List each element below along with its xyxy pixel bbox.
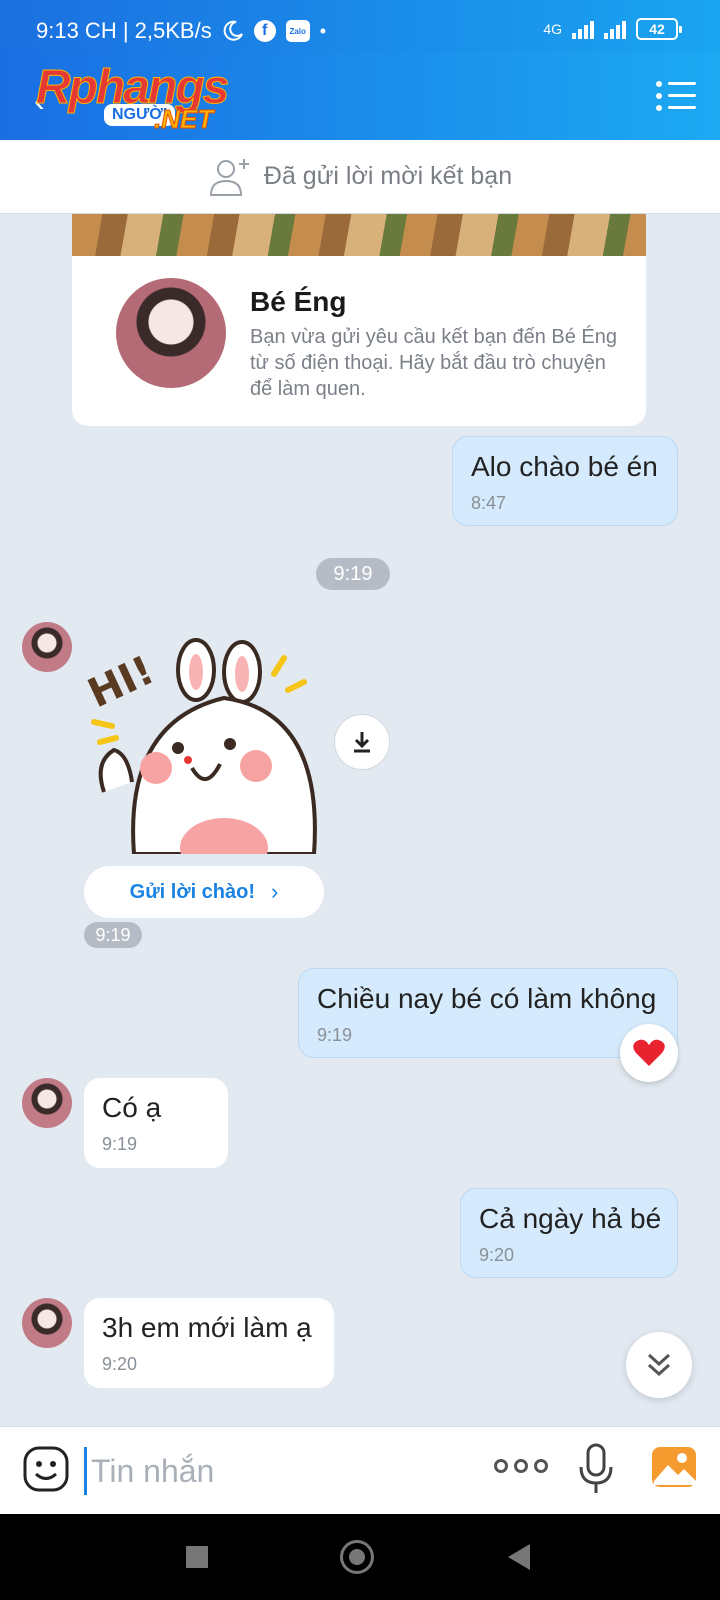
moon-icon (222, 20, 244, 42)
watermark-logo: Rphangs NGƯỜI .NET (35, 60, 256, 136)
recent-apps-button[interactable] (186, 1546, 208, 1568)
message-text: Có ạ (102, 1092, 162, 1123)
add-friend-icon (209, 158, 249, 196)
message-time: 9:20 (479, 1245, 515, 1265)
image-gallery-icon[interactable] (650, 1445, 698, 1489)
scroll-to-bottom-button[interactable] (626, 1332, 692, 1398)
profile-body: Bé Éng Bạn vừa gửi yêu cầu kết bạn đến B… (72, 256, 646, 426)
back-button[interactable] (508, 1544, 530, 1570)
emoji-icon[interactable] (22, 1445, 70, 1493)
sender-avatar[interactable] (22, 622, 72, 672)
message-bubble-outgoing[interactable]: Cả ngày hả bé 9:20 (460, 1188, 678, 1278)
friend-request-banner: Đã gửi lời mời kết bạn (0, 140, 720, 214)
message-text: 3h em mới làm ạ (102, 1312, 312, 1343)
profile-name: Bé Éng (250, 286, 347, 317)
profile-description: Bạn vừa gửi yêu cầu kết bạn đến Bé Éng t… (250, 326, 618, 400)
send-greeting-button[interactable]: Gửi lời chào! › (84, 866, 324, 918)
more-icon[interactable] (494, 1459, 548, 1473)
time-separator: 9:19 (316, 558, 390, 590)
message-input[interactable] (84, 1447, 464, 1495)
network-type-label: 4G (543, 21, 562, 37)
message-time: 9:19 (102, 1134, 138, 1154)
chat-header: ‹ Rphangs NGƯỜI .NET (0, 52, 720, 140)
home-button[interactable] (340, 1540, 374, 1574)
message-bubble-incoming[interactable]: Có ạ 9:19 (84, 1078, 228, 1168)
system-navigation-bar (0, 1514, 720, 1600)
status-left: 9:13 CH | 2,5KB/s f Zalo • (36, 18, 326, 44)
message-time: 8:47 (471, 493, 507, 513)
signal-icon-2 (604, 19, 626, 39)
battery-icon: 42 (636, 18, 682, 40)
status-time: 9:13 CH | 2,5KB/s (36, 18, 212, 43)
battery-level: 42 (649, 21, 665, 37)
facebook-icon: f (253, 20, 276, 42)
sticker-text: HI! (84, 647, 161, 717)
message-text: Alo chào bé én (471, 451, 658, 482)
friend-request-text: Đã gửi lời mời kết bạn (263, 162, 513, 190)
message-time: 9:20 (102, 1354, 138, 1374)
reaction-badge[interactable] (620, 1024, 678, 1082)
sticker-time: 9:19 (84, 922, 142, 948)
profile-cover-image (72, 214, 646, 256)
signal-icon (572, 19, 594, 39)
message-time: 9:19 (317, 1025, 353, 1045)
sender-avatar[interactable] (22, 1078, 72, 1128)
logo-suffix: .NET (153, 104, 214, 135)
microphone-icon[interactable] (578, 1443, 614, 1495)
notification-dot-icon: • (319, 20, 327, 41)
chevron-right-icon: › (271, 879, 279, 904)
message-text: Chiều nay bé có làm không (317, 983, 657, 1014)
message-bubble-incoming[interactable]: 3h em mới làm ạ 9:20 (84, 1298, 334, 1388)
list-menu-icon[interactable] (656, 80, 696, 112)
profile-card[interactable]: Bé Éng Bạn vừa gửi yêu cầu kết bạn đến B… (72, 214, 646, 426)
hi-bunny-sticker[interactable]: HI! (84, 632, 324, 854)
status-right: 4G 42 (543, 18, 682, 40)
message-text: Cả ngày hả bé (479, 1203, 662, 1234)
message-input-bar (0, 1426, 720, 1514)
sender-avatar[interactable] (22, 1298, 72, 1348)
chat-area[interactable]: Bé Éng Bạn vừa gửi yêu cầu kết bạn đến B… (0, 214, 720, 1426)
message-bubble-outgoing[interactable]: Alo chào bé én 8:47 (452, 436, 678, 526)
download-icon (354, 732, 370, 753)
greeting-button-label: Gửi lời chào! (129, 880, 256, 903)
double-chevron-down-icon (647, 1353, 671, 1377)
heart-icon (633, 1039, 665, 1066)
zalo-icon: Zalo (285, 20, 310, 42)
profile-avatar[interactable] (116, 278, 226, 388)
download-button[interactable] (334, 714, 390, 770)
